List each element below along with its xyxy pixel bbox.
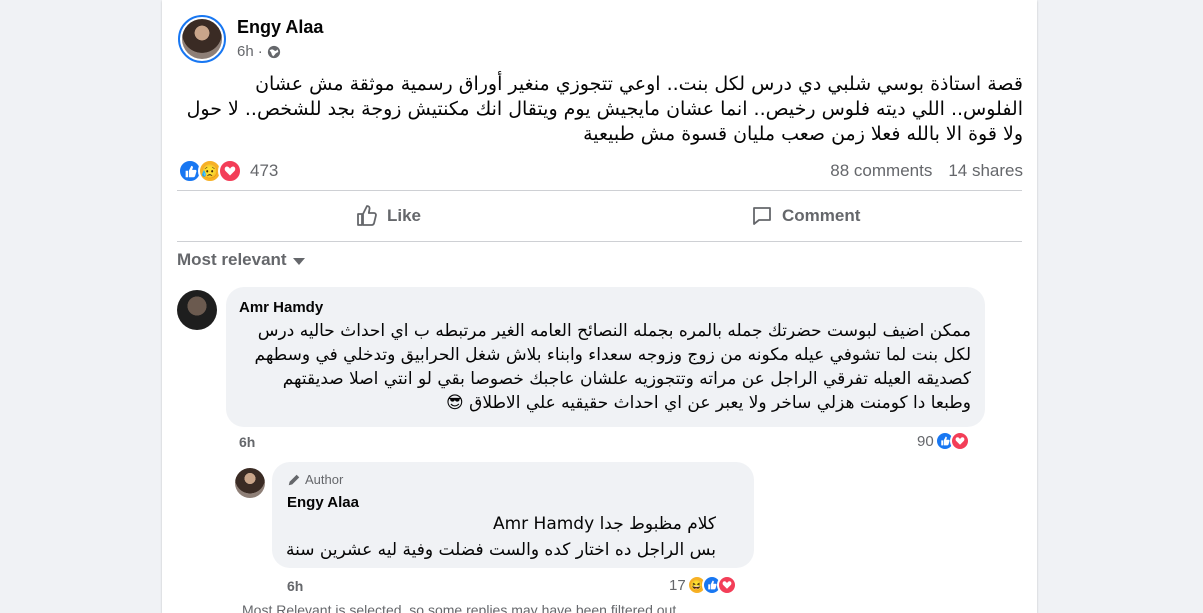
author-badge: Author xyxy=(287,472,343,487)
comment-reactions[interactable]: 90 xyxy=(917,431,970,451)
like-label: Like xyxy=(387,206,422,225)
globe-icon[interactable] xyxy=(267,45,281,59)
caret-down-icon xyxy=(292,258,305,265)
comments-count[interactable]: 88 comments xyxy=(830,161,932,181)
shares-count[interactable]: 14 shares xyxy=(948,161,1023,181)
reactions-summary: 😥 473 88 comments 14 shares xyxy=(178,156,1023,186)
divider xyxy=(177,190,1022,191)
post-author-avatar[interactable] xyxy=(178,15,226,63)
comment-author-name[interactable]: Amr Hamdy xyxy=(239,299,323,316)
sort-dropdown[interactable]: Most relevant xyxy=(177,250,305,270)
love-icon xyxy=(218,159,242,183)
post-time[interactable]: 6h xyxy=(237,43,254,60)
post-author-name[interactable]: Engy Alaa xyxy=(237,17,323,38)
reply-author-avatar[interactable] xyxy=(235,468,265,498)
comment-reaction-count: 90 xyxy=(917,432,934,450)
comment-time[interactable]: 6h xyxy=(239,434,255,450)
reply-author-name[interactable]: Engy Alaa xyxy=(287,494,359,511)
pencil-icon xyxy=(288,474,300,485)
reply-text-2: بس الراجل ده اختار كده والست فضلت وفية ل… xyxy=(286,540,716,560)
reply-reactions[interactable]: 17 😆 xyxy=(669,575,737,595)
comment-author-avatar[interactable] xyxy=(177,290,217,330)
reaction-icons[interactable]: 😥 xyxy=(178,159,242,183)
comment-button[interactable]: Comment xyxy=(750,198,860,234)
meta-separator: · xyxy=(257,43,263,60)
author-badge-label: Author xyxy=(305,472,344,487)
reaction-count[interactable]: 473 xyxy=(250,161,278,181)
reply-time[interactable]: 6h xyxy=(287,578,303,594)
like-button[interactable]: Like xyxy=(355,198,421,234)
post-meta: 6h · xyxy=(237,43,281,60)
reply-text-line1: كلام مظبوط جدا Amr Hamdy xyxy=(286,512,716,536)
divider xyxy=(177,241,1022,242)
comment-text: ممكن اضيف لبوست حضرتك جمله بالمره بجمله … xyxy=(254,321,971,413)
sort-label: Most relevant xyxy=(177,250,287,269)
reply-mention[interactable]: Amr Hamdy xyxy=(493,514,594,534)
love-icon xyxy=(949,431,970,451)
thumbs-up-icon xyxy=(357,205,377,226)
love-icon xyxy=(716,575,737,595)
reply-reaction-count: 17 xyxy=(669,576,686,594)
comment-label: Comment xyxy=(782,206,861,225)
post-card: Engy Alaa 6h · قصة استاذة بوسي شلبي دي د… xyxy=(162,0,1037,613)
reply-text-1: كلام مظبوط جدا xyxy=(599,514,716,534)
filter-note: Most Relevant is selected, so some repli… xyxy=(242,602,681,613)
post-text: قصة استاذة بوسي شلبي دي درس لكل بنت.. او… xyxy=(186,73,1023,145)
comment-icon xyxy=(753,207,771,225)
